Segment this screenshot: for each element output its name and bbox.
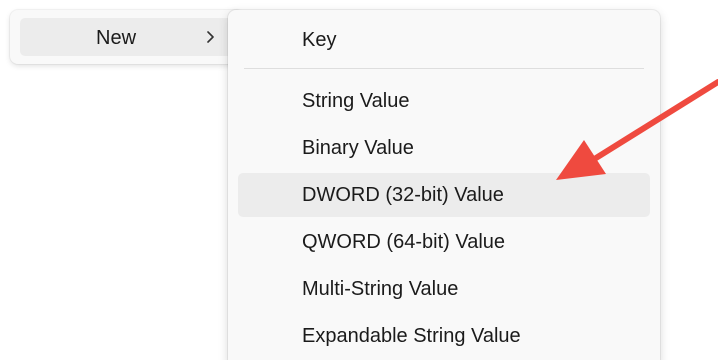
registry-context-menu-screen: New Key String Value Binary Value DWORD … [0,0,718,360]
menu-item-label: QWORD (64-bit) Value [302,231,506,253]
menu-separator [244,68,644,69]
menu-item-label: Binary Value [302,137,414,159]
menu-item-string-value[interactable]: String Value [238,79,650,123]
menu-item-label: String Value [302,90,410,112]
menu-item-label: Expandable String Value [302,325,521,347]
menu-item-binary-value[interactable]: Binary Value [238,126,650,170]
new-submenu: Key String Value Binary Value DWORD (32-… [228,10,660,360]
menu-item-dword-value[interactable]: DWORD (32-bit) Value [238,173,650,217]
chevron-right-icon [207,31,214,43]
context-menu: New [10,10,244,64]
menu-item-expandable-string-value[interactable]: Expandable String Value [238,314,650,358]
menu-item-qword-value[interactable]: QWORD (64-bit) Value [238,220,650,264]
menu-item-label: Key [302,29,337,51]
new-menu-item-label: New [96,27,137,49]
menu-item-label: DWORD (32-bit) Value [302,184,504,206]
new-menu-item[interactable]: New [20,18,234,56]
menu-item-key[interactable]: Key [238,18,650,62]
menu-item-multi-string-value[interactable]: Multi-String Value [238,267,650,311]
menu-item-label: Multi-String Value [302,278,459,300]
